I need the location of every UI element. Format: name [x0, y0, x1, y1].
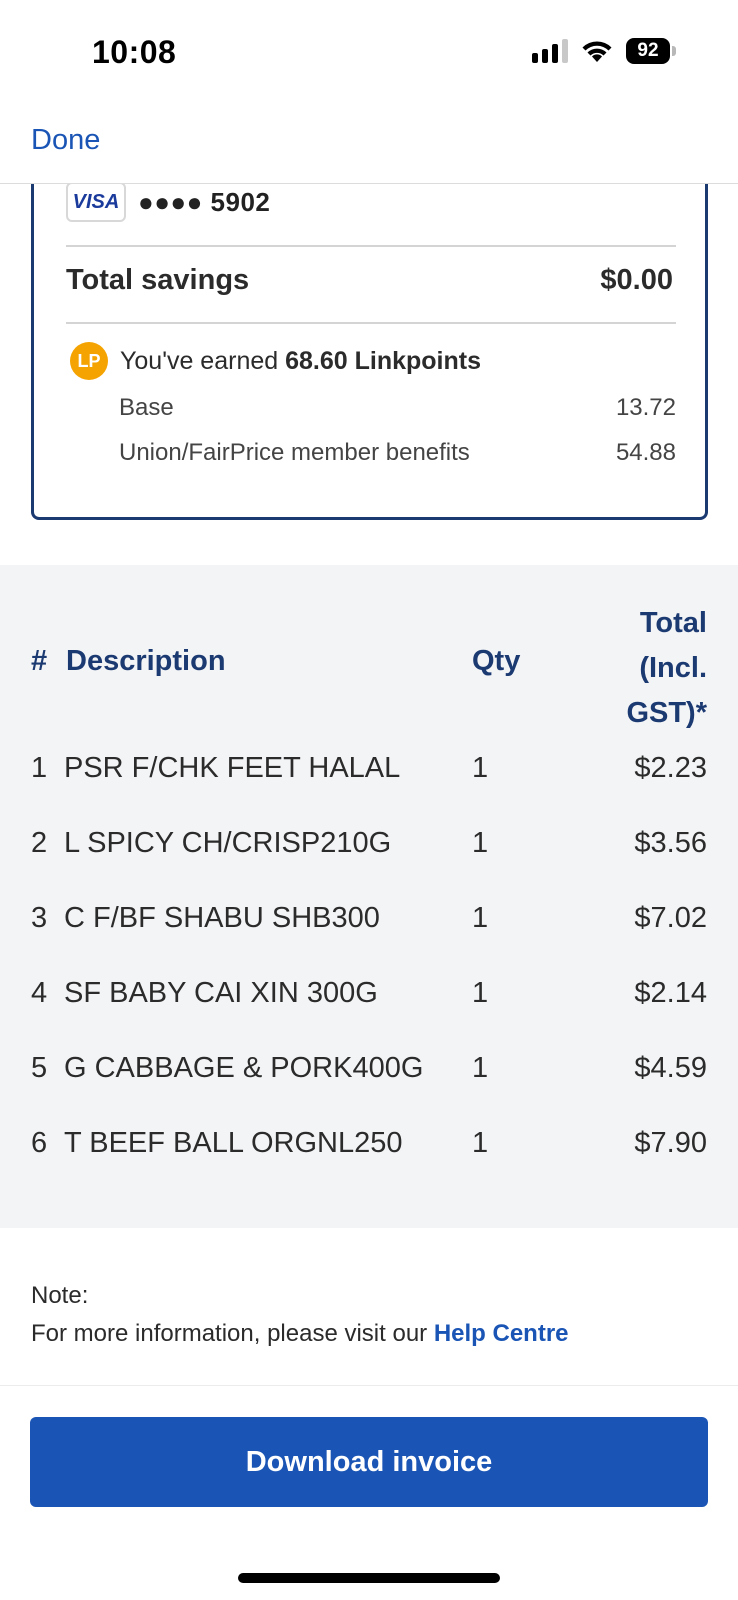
items-table: # Description Qty Total (Incl. GST)* 1 P…	[0, 565, 738, 1228]
table-row: 1 PSR F/CHK FEET HALAL 1 $2.23	[0, 752, 738, 812]
payment-method: VISA ●●●● 5902	[66, 182, 270, 222]
linkpoints-base-row: Base 13.72	[119, 394, 676, 422]
linkpoints-prefix: You've earned	[120, 346, 286, 375]
linkpoints-icon: LP	[70, 342, 108, 380]
table-row: 2 L SPICY CH/CRISP210G 1 $3.56	[0, 827, 738, 887]
download-invoice-button[interactable]: Download invoice	[30, 1417, 708, 1507]
header-qty: Qty	[472, 645, 521, 677]
divider	[66, 322, 676, 324]
header-total-line1: Total	[639, 607, 707, 639]
status-icons: 92	[532, 38, 676, 64]
total-savings-value: $0.00	[600, 264, 673, 296]
linkpoints-union-value: 54.88	[615, 439, 676, 466]
linkpoints-base-value: 13.72	[615, 394, 676, 421]
battery-icon: 92	[626, 38, 676, 64]
item-qty: 1	[472, 827, 489, 859]
item-qty: 1	[472, 977, 489, 1009]
linkpoints-earned: LP You've earned 68.60 Linkpoints	[70, 342, 481, 380]
status-bar: 10:08 92	[0, 0, 738, 110]
item-description: SF BABY CAI XIN 300G	[64, 977, 378, 1009]
total-savings-label: Total savings	[66, 264, 250, 296]
note: Note: For more information, please visit…	[31, 1277, 569, 1353]
visa-logo-icon: VISA	[66, 182, 126, 222]
item-index: 5	[31, 1052, 48, 1084]
item-total: $2.23	[634, 752, 707, 784]
done-button[interactable]: Done	[31, 124, 100, 157]
status-time: 10:08	[92, 34, 177, 70]
item-total: $7.02	[634, 902, 707, 934]
item-total: $2.14	[634, 977, 707, 1009]
item-qty: 1	[472, 1052, 489, 1084]
item-index: 4	[31, 977, 48, 1009]
item-index: 2	[31, 827, 48, 859]
linkpoints-base-label: Base	[119, 394, 174, 421]
note-text-body: For more information, please visit our	[31, 1320, 434, 1347]
help-centre-link[interactable]: Help Centre	[434, 1320, 569, 1347]
item-description: T BEEF BALL ORGNL250	[64, 1127, 403, 1159]
item-qty: 1	[472, 752, 489, 784]
header: Done	[0, 110, 738, 184]
item-qty: 1	[472, 1127, 489, 1159]
header-total-line3: GST)*	[626, 697, 707, 729]
table-row: 3 C F/BF SHABU SHB300 1 $7.02	[0, 902, 738, 962]
note-title: Note:	[31, 1282, 89, 1309]
item-total: $4.59	[634, 1052, 707, 1084]
table-row: 6 T BEEF BALL ORGNL250 1 $7.90	[0, 1127, 738, 1187]
divider	[66, 245, 676, 247]
table-row: 4 SF BABY CAI XIN 300G 1 $2.14	[0, 977, 738, 1037]
header-total-line2: (Incl.	[639, 652, 707, 684]
bottom-action-bar: Download invoice	[0, 1385, 738, 1600]
linkpoints-union-label: Union/FairPrice member benefits	[119, 439, 470, 466]
table-header: # Description Qty Total (Incl. GST)*	[0, 601, 738, 731]
header-total: Total (Incl. GST)*	[587, 601, 707, 736]
home-indicator[interactable]	[238, 1573, 500, 1583]
table-row: 5 G CABBAGE & PORK400G 1 $4.59	[0, 1052, 738, 1112]
item-description: PSR F/CHK FEET HALAL	[64, 752, 401, 784]
item-index: 6	[31, 1127, 48, 1159]
linkpoints-value: 68.60 Linkpoints	[285, 346, 481, 375]
header-index: #	[31, 645, 48, 677]
linkpoints-union-row: Union/FairPrice member benefits 54.88	[119, 439, 676, 467]
card-number-masked: ●●●● 5902	[138, 186, 271, 217]
item-index: 1	[31, 752, 48, 784]
note-text: For more information, please visit our H…	[31, 1315, 569, 1353]
item-qty: 1	[472, 902, 489, 934]
wifi-icon	[580, 38, 614, 64]
item-total: $3.56	[634, 827, 707, 859]
item-description: G CABBAGE & PORK400G	[64, 1052, 424, 1084]
item-description: C F/BF SHABU SHB300	[64, 902, 380, 934]
signal-icon	[532, 39, 568, 63]
battery-level: 92	[626, 38, 670, 64]
payment-summary-card: VISA ●●●● 5902 Total savings $0.00 LP Yo…	[31, 150, 708, 520]
item-total: $7.90	[634, 1127, 707, 1159]
item-description: L SPICY CH/CRISP210G	[64, 827, 392, 859]
linkpoints-text: You've earned 68.60 Linkpoints	[120, 347, 481, 376]
item-index: 3	[31, 902, 48, 934]
header-description: Description	[66, 645, 226, 677]
